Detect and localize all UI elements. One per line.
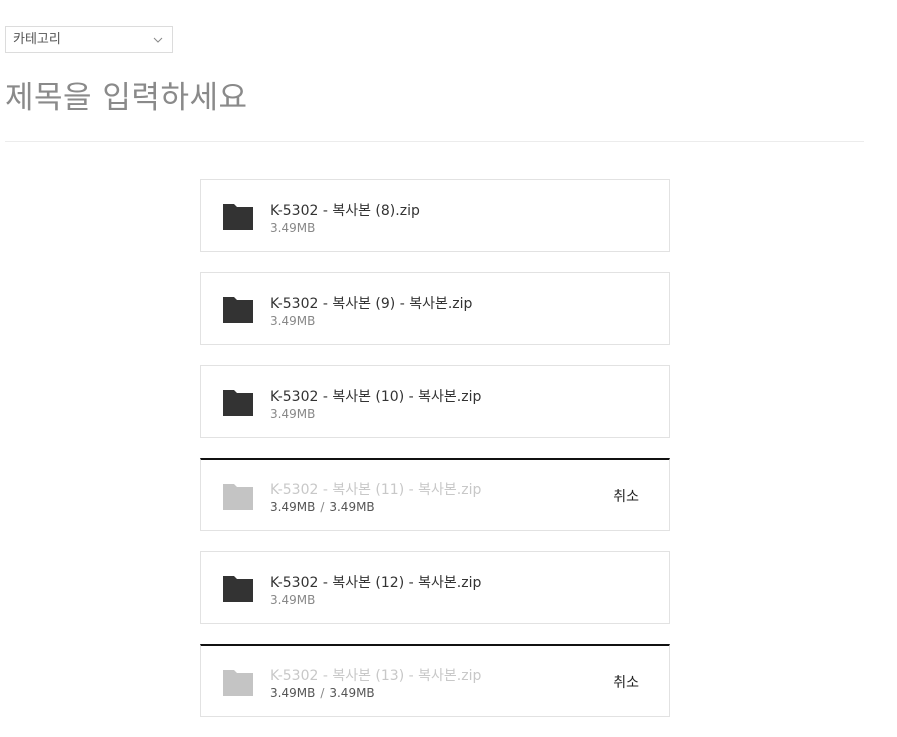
- category-select-label: 카테고리: [13, 32, 61, 47]
- total-size: 3.49MB: [329, 500, 375, 514]
- cancel-upload-button[interactable]: 취소: [613, 672, 639, 692]
- cancel-upload-button[interactable]: 취소: [613, 486, 639, 506]
- category-select[interactable]: 카테고리: [5, 26, 173, 53]
- chevron-down-icon: [153, 37, 163, 43]
- file-card: K-5302 - 복사본 (9) - 복사본.zip 3.49MB: [200, 272, 670, 345]
- folder-icon: [223, 484, 253, 510]
- file-size: 3.49MB: [270, 221, 316, 235]
- file-card: K-5302 - 복사본 (10) - 복사본.zip 3.49MB: [200, 365, 670, 438]
- file-size: 3.49MB: [270, 314, 316, 328]
- upload-progress-text: 3.49MB / 3.49MB: [270, 500, 375, 514]
- file-card: K-5302 - 복사본 (12) - 복사본.zip 3.49MB: [200, 551, 670, 624]
- file-name: K-5302 - 복사본 (13) - 복사본.zip: [270, 668, 482, 684]
- file-card: K-5302 - 복사본 (8).zip 3.49MB: [200, 179, 670, 252]
- title-input[interactable]: 제목을 입력하세요: [5, 72, 248, 117]
- file-name: K-5302 - 복사본 (10) - 복사본.zip: [270, 389, 482, 405]
- folder-icon: [223, 390, 253, 416]
- total-size: 3.49MB: [329, 686, 375, 700]
- file-card-uploading: K-5302 - 복사본 (13) - 복사본.zip 3.49MB/3.49M…: [200, 644, 670, 717]
- file-name: K-5302 - 복사본 (8).zip: [270, 203, 420, 219]
- uploaded-size: 3.49MB: [270, 500, 316, 514]
- uploaded-size: 3.49MB: [270, 686, 316, 700]
- file-size: 3.49MB: [270, 593, 316, 607]
- upload-progress-text: 3.49MB / 3.49MB: [270, 686, 375, 700]
- title-divider: [5, 141, 864, 142]
- file-card-uploading: K-5302 - 복사본 (11) - 복사본.zip 3.49MB/3.49M…: [200, 458, 670, 531]
- file-name: K-5302 - 복사본 (9) - 복사본.zip: [270, 296, 473, 312]
- file-list: K-5302 - 복사본 (8).zip 3.49MB K-5302 - 복사본…: [200, 179, 670, 737]
- progress-separator: /: [320, 686, 325, 700]
- folder-icon: [223, 204, 253, 230]
- file-size: 3.49MB: [270, 407, 316, 421]
- folder-icon: [223, 670, 253, 696]
- file-name: K-5302 - 복사본 (12) - 복사본.zip: [270, 575, 482, 591]
- file-name: K-5302 - 복사본 (11) - 복사본.zip: [270, 482, 482, 498]
- progress-separator: /: [320, 500, 325, 514]
- folder-icon: [223, 576, 253, 602]
- folder-icon: [223, 297, 253, 323]
